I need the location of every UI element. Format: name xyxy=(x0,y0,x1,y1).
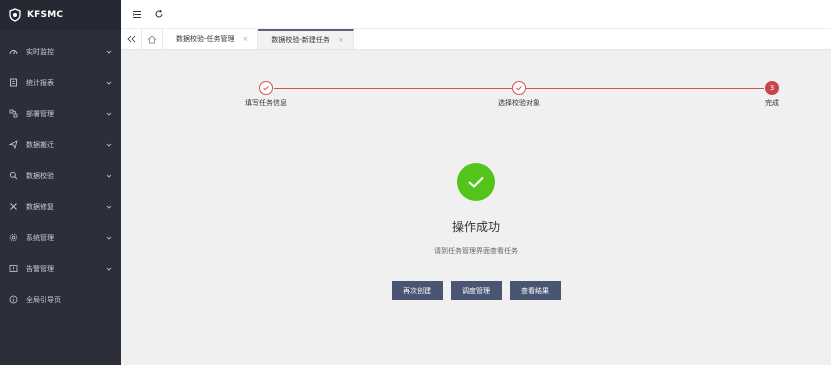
success-check-icon xyxy=(457,163,495,201)
sidebar-item-data-validation[interactable]: 数据校验 xyxy=(0,160,121,191)
sidebar-item-label: 数据校验 xyxy=(26,171,54,180)
app-name: KFSMC xyxy=(27,10,64,20)
close-icon[interactable]: × xyxy=(243,35,249,43)
top-toolbar xyxy=(121,0,831,29)
send-icon xyxy=(9,140,18,149)
chevron-down-icon xyxy=(105,110,112,117)
sidebar-item-label: 实时监控 xyxy=(26,47,54,56)
check-icon xyxy=(516,85,522,91)
alarm-icon xyxy=(9,264,18,273)
chevron-down-icon xyxy=(105,48,112,55)
sidebar-item-label: 部署管理 xyxy=(26,109,54,118)
search-icon xyxy=(9,171,18,180)
gear-icon xyxy=(9,233,18,242)
home-icon[interactable] xyxy=(142,29,163,49)
step-label: 完成 xyxy=(765,99,779,107)
sidebar-item-label: 告警管理 xyxy=(26,264,54,273)
sidebar-item-label: 全局引导页 xyxy=(26,295,61,304)
sidebar-item-label: 数据搬迁 xyxy=(26,140,54,149)
shield-logo-icon xyxy=(9,8,21,22)
content-area: 填写任务信息 选择校验对象 3 完成 操作成功 请到任务管理界面查看任务 再次创… xyxy=(121,50,831,365)
sidebar-item-realtime-monitor[interactable]: 实时监控 xyxy=(0,36,121,67)
sidebar-item-label: 数据修复 xyxy=(26,202,54,211)
dashboard-icon xyxy=(9,47,18,56)
create-again-button[interactable]: 再次创建 xyxy=(391,281,443,300)
refresh-icon[interactable] xyxy=(153,8,165,20)
sidebar-item-data-migration[interactable]: 数据搬迁 xyxy=(0,129,121,160)
step-label: 填写任务信息 xyxy=(245,99,287,107)
sidebar-item-stat-report[interactable]: 统计报表 xyxy=(0,67,121,98)
tab-task-management[interactable]: 数据校验-任务管理 × xyxy=(163,29,259,49)
sidebar-item-data-repair[interactable]: 数据修复 xyxy=(0,191,121,222)
collapse-tabs-icon[interactable] xyxy=(121,29,142,49)
deploy-icon xyxy=(9,109,18,118)
main-area: 数据校验-任务管理 × 数据校验-新建任务 × 填写任务信息 选择校验对象 3 … xyxy=(121,0,831,365)
schedule-management-button[interactable]: 调度管理 xyxy=(450,281,502,300)
step-3-current-circle: 3 xyxy=(765,81,779,95)
view-result-button[interactable]: 查看结果 xyxy=(509,281,561,300)
chevron-down-icon xyxy=(105,203,112,210)
sidebar: KFSMC 实时监控 统计报表 部署管理 数据搬迁 数据校验 数据修复 系统管理… xyxy=(0,0,121,365)
chevron-down-icon xyxy=(105,265,112,272)
result-title: 操作成功 xyxy=(451,220,500,234)
sidebar-item-global-guide[interactable]: 全局引导页 xyxy=(0,284,121,315)
close-icon[interactable]: × xyxy=(338,36,344,44)
step-1-done-circle xyxy=(259,81,273,95)
sidebar-item-system-management[interactable]: 系统管理 xyxy=(0,222,121,253)
logo[interactable]: KFSMC xyxy=(0,0,121,30)
sidebar-item-deploy[interactable]: 部署管理 xyxy=(0,98,121,129)
chevron-down-icon xyxy=(105,79,112,86)
step-connector xyxy=(526,88,764,89)
tab-label: 数据校验-新建任务 xyxy=(271,36,330,44)
sidebar-item-label: 系统管理 xyxy=(26,233,54,242)
steps-progress: 填写任务信息 选择校验对象 3 完成 xyxy=(121,50,831,110)
sidebar-item-alarm-management[interactable]: 告警管理 xyxy=(0,253,121,284)
result-panel: 操作成功 请到任务管理界面查看任务 再次创建 调度管理 查看结果 xyxy=(121,163,831,300)
step-label: 选择校验对象 xyxy=(498,99,540,107)
step-2-done-circle xyxy=(512,81,526,95)
step-number: 3 xyxy=(769,84,775,92)
report-icon xyxy=(9,78,18,87)
result-actions: 再次创建 调度管理 查看结果 xyxy=(391,281,561,300)
chevron-down-icon xyxy=(105,234,112,241)
menu-toggle-icon[interactable] xyxy=(131,8,143,20)
chevron-down-icon xyxy=(105,172,112,179)
sidebar-menu: 实时监控 统计报表 部署管理 数据搬迁 数据校验 数据修复 系统管理 告警管理 … xyxy=(0,36,121,315)
tab-new-task[interactable]: 数据校验-新建任务 × xyxy=(258,29,354,49)
result-subtitle: 请到任务管理界面查看任务 xyxy=(434,247,518,255)
sidebar-item-label: 统计报表 xyxy=(26,78,54,87)
info-icon xyxy=(9,295,18,304)
repair-icon xyxy=(9,202,18,211)
chevron-down-icon xyxy=(105,141,112,148)
tab-bar: 数据校验-任务管理 × 数据校验-新建任务 × xyxy=(121,29,831,50)
tab-label: 数据校验-任务管理 xyxy=(176,35,235,43)
check-icon xyxy=(263,85,269,91)
step-connector xyxy=(274,88,519,89)
